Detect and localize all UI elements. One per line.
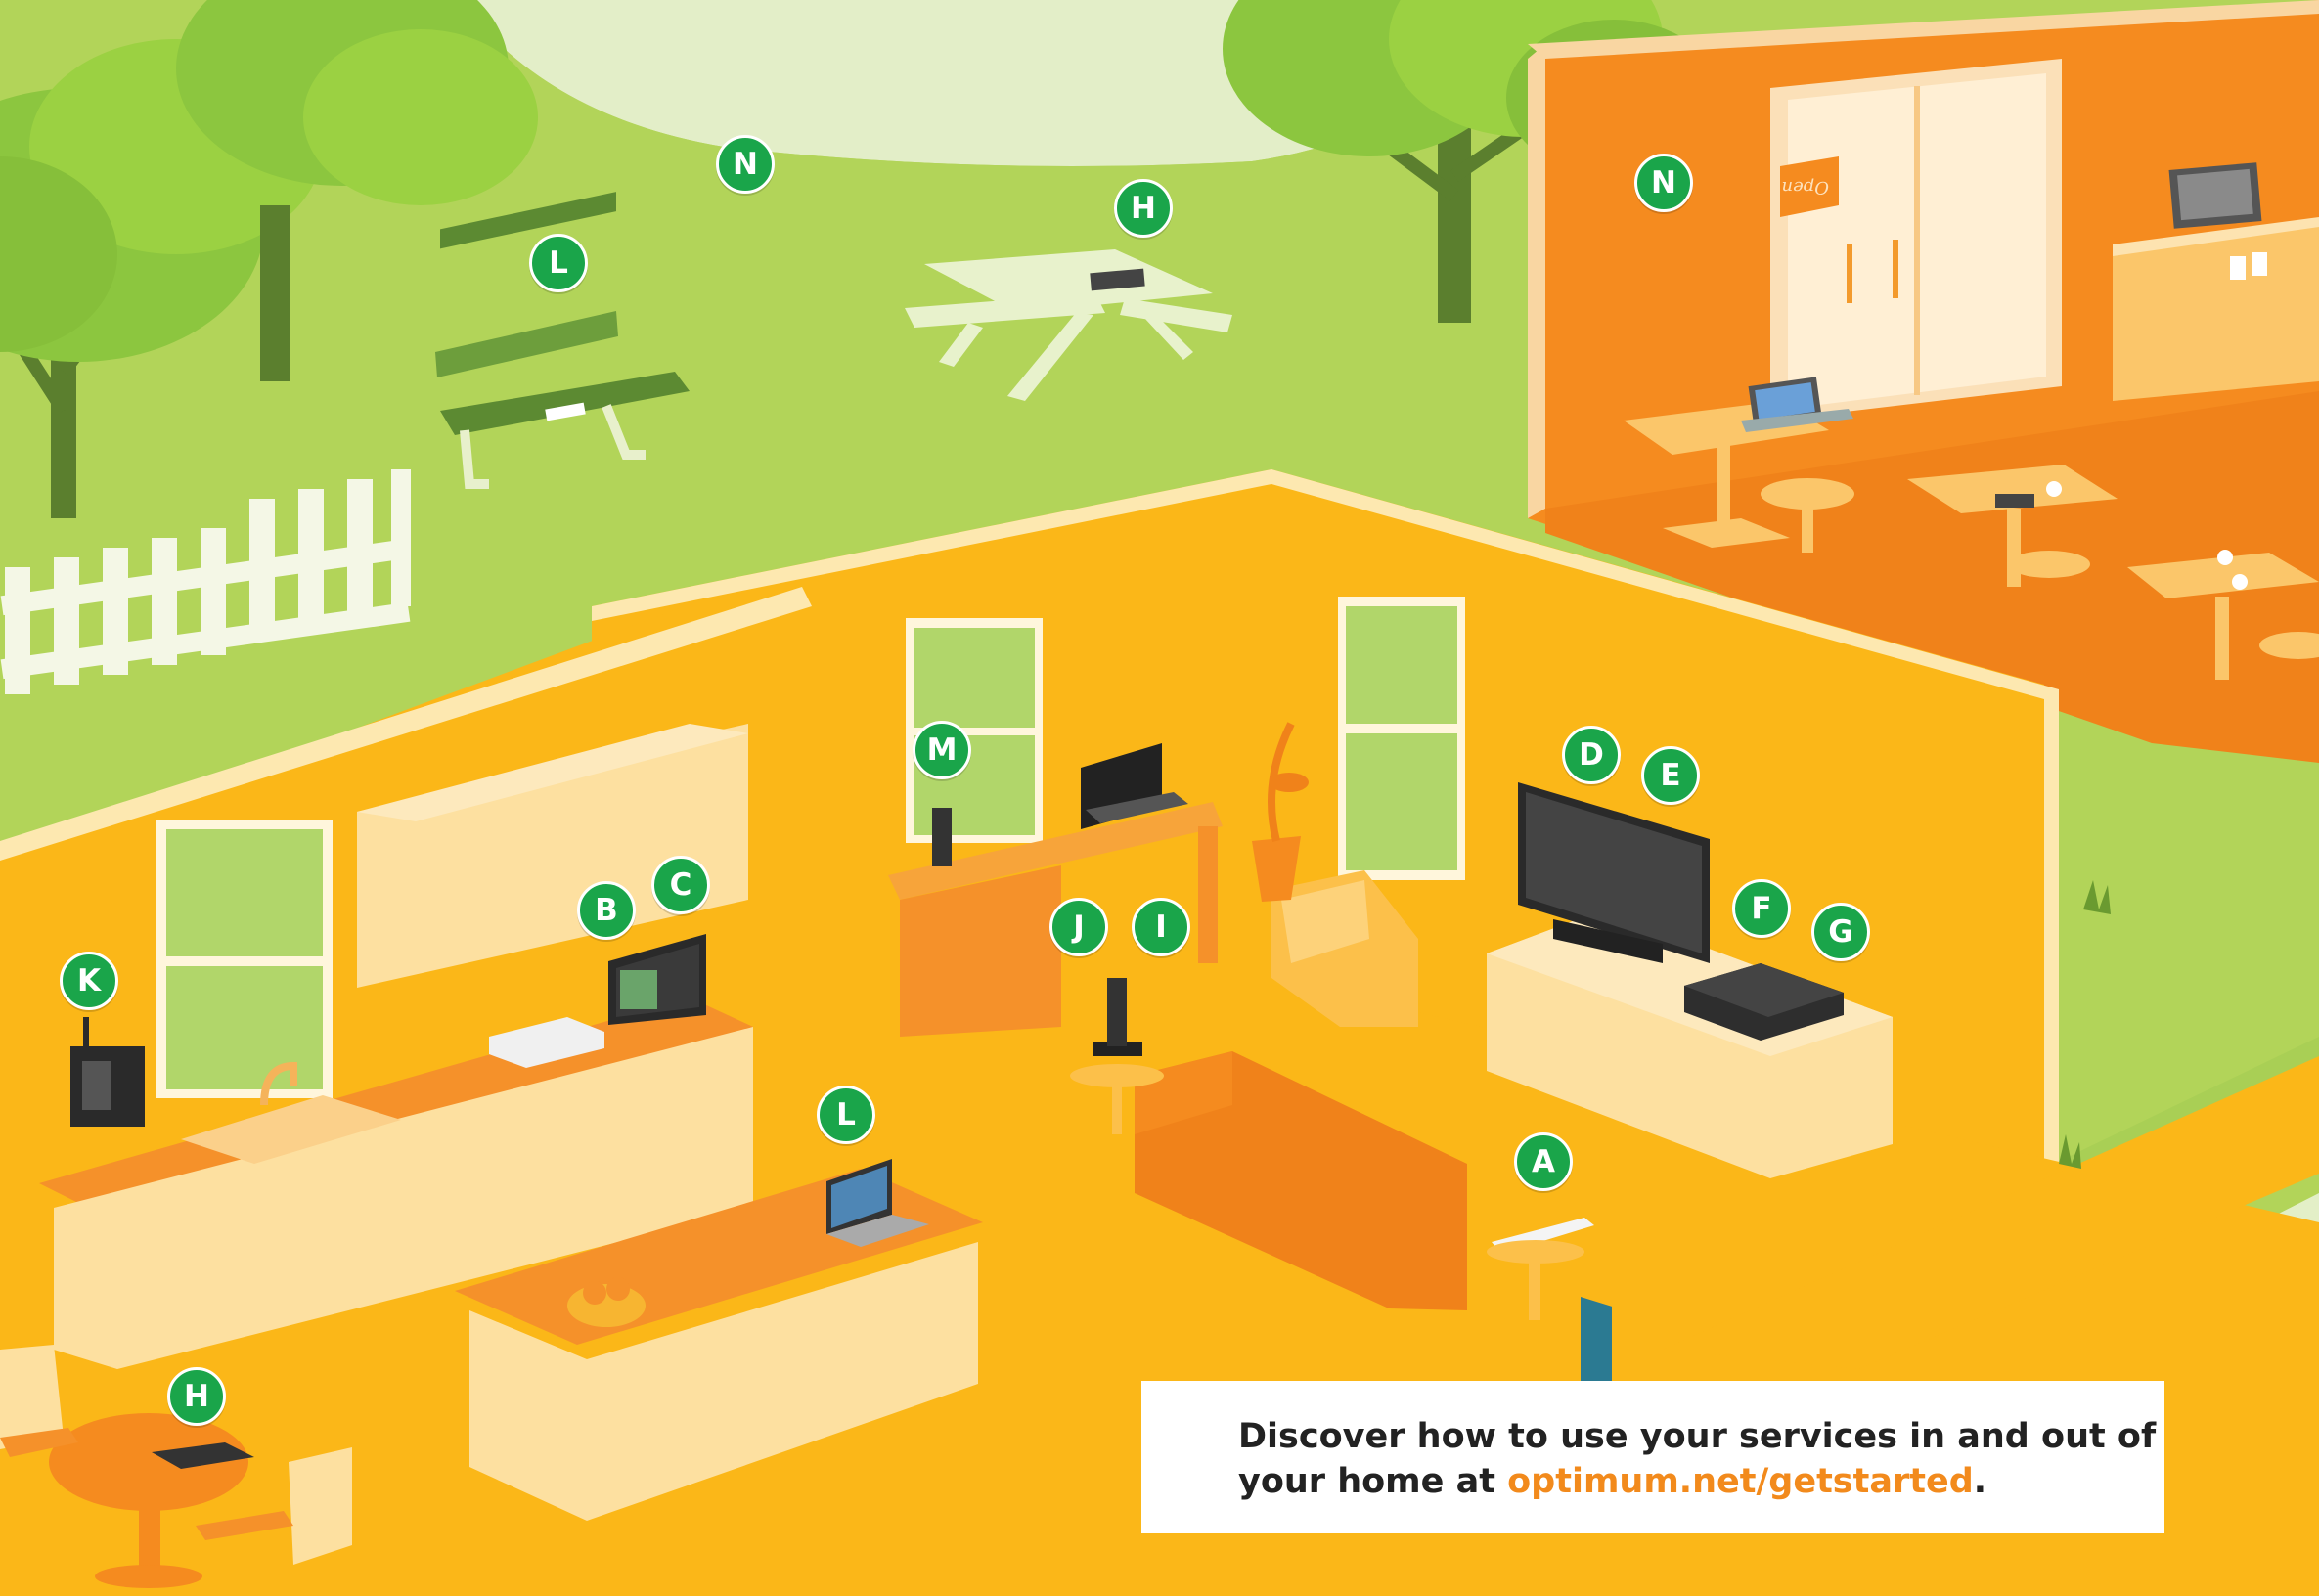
marker-j-phone[interactable]: J: [1049, 898, 1108, 956]
marker-l-bench-label: L: [549, 245, 568, 281]
marker-i-phone-label: I: [1155, 909, 1167, 945]
marker-l-laptop[interactable]: L: [817, 1086, 875, 1144]
marker-f-box[interactable]: F: [1732, 879, 1791, 938]
marker-k-wall-label: K: [76, 963, 102, 998]
modem-graphic: [932, 808, 952, 866]
marker-n-cafe-label: N: [1651, 165, 1676, 200]
marker-i-phone[interactable]: I: [1132, 898, 1190, 956]
marker-m-modem-label: M: [926, 732, 958, 768]
marker-j-phone-label: J: [1073, 909, 1085, 945]
living-window: [1338, 597, 1465, 880]
marker-e-tv[interactable]: E: [1641, 746, 1700, 805]
marker-n-cafe[interactable]: N: [1634, 154, 1693, 212]
info-line-1: Discover how to use your services in and…: [1238, 1417, 2157, 1456]
marker-c-kitchen[interactable]: C: [651, 856, 710, 914]
cafe-open-sign: Open: [1781, 177, 1829, 198]
marker-n-yard[interactable]: N: [716, 135, 775, 194]
marker-b-kitchen-label: B: [595, 893, 618, 928]
marker-n-yard-label: N: [733, 147, 758, 182]
kitchen-window: [156, 820, 333, 1098]
marker-h-picnic[interactable]: H: [1114, 179, 1173, 238]
getstarted-link[interactable]: optimum.net/getstarted: [1507, 1462, 1974, 1501]
marker-c-kitchen-label: C: [669, 867, 692, 903]
info-banner: Discover how to use your services in and…: [1141, 1381, 2164, 1533]
marker-d-tv[interactable]: D: [1562, 726, 1621, 784]
info-line-2-suffix: .: [1973, 1462, 1987, 1501]
home-scene-illustration: Open: [0, 0, 2319, 1596]
marker-e-tv-label: E: [1660, 758, 1681, 793]
marker-k-wall[interactable]: K: [60, 952, 118, 1010]
marker-d-tv-label: D: [1579, 737, 1604, 773]
info-line-2-prefix: your home at: [1238, 1462, 1508, 1501]
marker-l-bench[interactable]: L: [529, 234, 588, 292]
marker-h-tablet-label: H: [184, 1379, 209, 1414]
marker-l-laptop-label: L: [836, 1097, 856, 1132]
marker-m-modem[interactable]: M: [913, 721, 971, 779]
marker-b-kitchen[interactable]: B: [577, 881, 636, 940]
marker-h-picnic-label: H: [1131, 191, 1156, 226]
info-line-2: your home at optimum.net/getstarted.: [1238, 1459, 2164, 1504]
marker-g-box-label: G: [1828, 914, 1853, 950]
marker-h-tablet[interactable]: H: [167, 1367, 226, 1426]
marker-f-box-label: F: [1751, 891, 1772, 926]
marker-a-remote[interactable]: A: [1514, 1132, 1573, 1191]
marker-g-box[interactable]: G: [1811, 903, 1870, 961]
illustration-stage: Open N L H N M D E B C F G J I K L A H D…: [0, 0, 2319, 1596]
marker-a-remote-label: A: [1532, 1144, 1555, 1179]
